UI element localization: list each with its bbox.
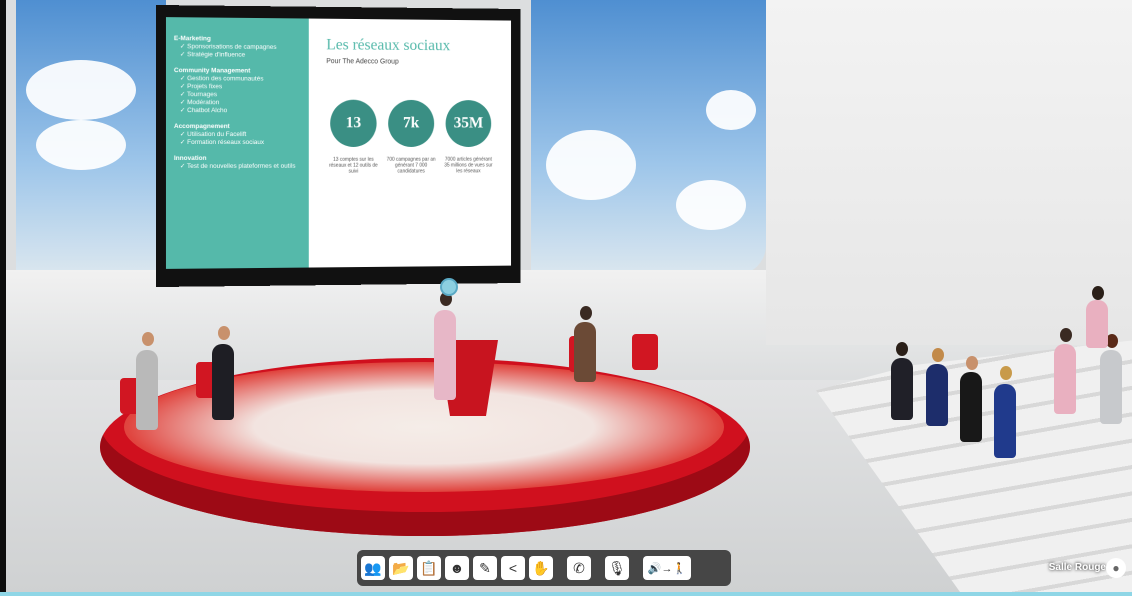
stat-circle: 13 xyxy=(330,100,376,147)
avatar[interactable] xyxy=(574,322,596,382)
slide-title: Les réseaux sociaux xyxy=(326,36,450,55)
avatar-head xyxy=(580,306,592,320)
avatar-head xyxy=(1092,286,1104,300)
speaking-indicator-icon xyxy=(440,278,458,296)
cloud xyxy=(36,120,126,170)
avatar-head xyxy=(218,326,230,340)
chair xyxy=(632,334,658,370)
slide-subtitle: Pour The Adecco Group xyxy=(326,58,398,65)
presentation-screen[interactable]: E-Marketing ✓ Sponsorisations de campagne… xyxy=(156,5,520,287)
slide: E-Marketing ✓ Sponsorisations de campagne… xyxy=(166,17,511,269)
stat-circle: 35M xyxy=(446,100,492,147)
stat-circle: 7k xyxy=(388,100,434,147)
stat-caption: 7000 articles générant 35 millions de vu… xyxy=(442,157,495,175)
location-pin-icon[interactable]: ● xyxy=(1106,558,1126,578)
cloud xyxy=(546,130,636,200)
avatar[interactable] xyxy=(1054,344,1076,414)
slide-section-item: ✓ Formation réseaux sociaux xyxy=(174,139,301,147)
phone-icon[interactable]: ✆ xyxy=(567,556,591,580)
room-name: Salle Rouge xyxy=(1049,562,1106,573)
microphone-icon[interactable]: 🎙 xyxy=(605,556,629,580)
avatar[interactable] xyxy=(926,364,948,426)
raise-hand-icon[interactable]: ✋ xyxy=(529,556,553,580)
avatar[interactable] xyxy=(994,384,1016,458)
slide-section-item: ✓ Stratégie d'influence xyxy=(174,51,301,60)
virtual-auditorium-scene: E-Marketing ✓ Sponsorisations de campagne… xyxy=(6,0,1132,592)
avatar[interactable] xyxy=(1100,350,1122,424)
window-right xyxy=(661,0,766,275)
stat-caption: 13 comptes sur les réseaux et 12 outils … xyxy=(326,157,380,175)
avatar[interactable] xyxy=(891,358,913,420)
share-icon[interactable]: < xyxy=(501,556,525,580)
bottom-toolbar: 👥 📂 📋 ☻ ✎ < ✋ ✆ 🎙 🔊→🚶 xyxy=(357,550,731,586)
user-question-icon[interactable]: 👥 xyxy=(361,556,385,580)
avatar-head xyxy=(142,332,154,346)
avatar[interactable] xyxy=(1086,300,1108,348)
slide-section-item: ✓ Utilisation du Facelift xyxy=(174,131,301,139)
slide-section-item: ✓ Test de nouvelles plateformes et outil… xyxy=(174,163,301,171)
slide-section-title: Innovation xyxy=(174,155,301,163)
cloud xyxy=(706,90,756,130)
avatar-head xyxy=(1000,366,1012,380)
avatar[interactable] xyxy=(212,344,234,420)
slide-section-title: Accompagnement xyxy=(174,123,301,131)
clipboard-icon[interactable]: 📋 xyxy=(417,556,441,580)
avatar-head xyxy=(896,342,908,356)
side-wall xyxy=(766,0,1132,345)
slide-section-item: ✓ Chatbot Alcho xyxy=(174,107,301,115)
stat-caption: 700 campagnes par an générant 7 000 cand… xyxy=(384,157,438,175)
avatar[interactable] xyxy=(136,350,158,430)
avatar-head xyxy=(966,356,978,370)
audio-exit-icon[interactable]: 🔊→🚶 xyxy=(643,556,691,580)
bottom-strip xyxy=(0,592,1132,596)
cloud xyxy=(26,60,136,120)
cloud xyxy=(676,180,746,230)
edit-icon[interactable]: ✎ xyxy=(473,556,497,580)
avatar-head xyxy=(932,348,944,362)
slide-left-panel: E-Marketing ✓ Sponsorisations de campagne… xyxy=(166,17,309,269)
slide-right-panel: Les réseaux sociaux Pour The Adecco Grou… xyxy=(309,19,511,268)
avatar[interactable] xyxy=(960,372,982,442)
folder-icon[interactable]: 📂 xyxy=(389,556,413,580)
avatar-head xyxy=(1060,328,1072,342)
presenter-avatar[interactable] xyxy=(434,310,456,400)
emoji-icon[interactable]: ☻ xyxy=(445,556,469,580)
